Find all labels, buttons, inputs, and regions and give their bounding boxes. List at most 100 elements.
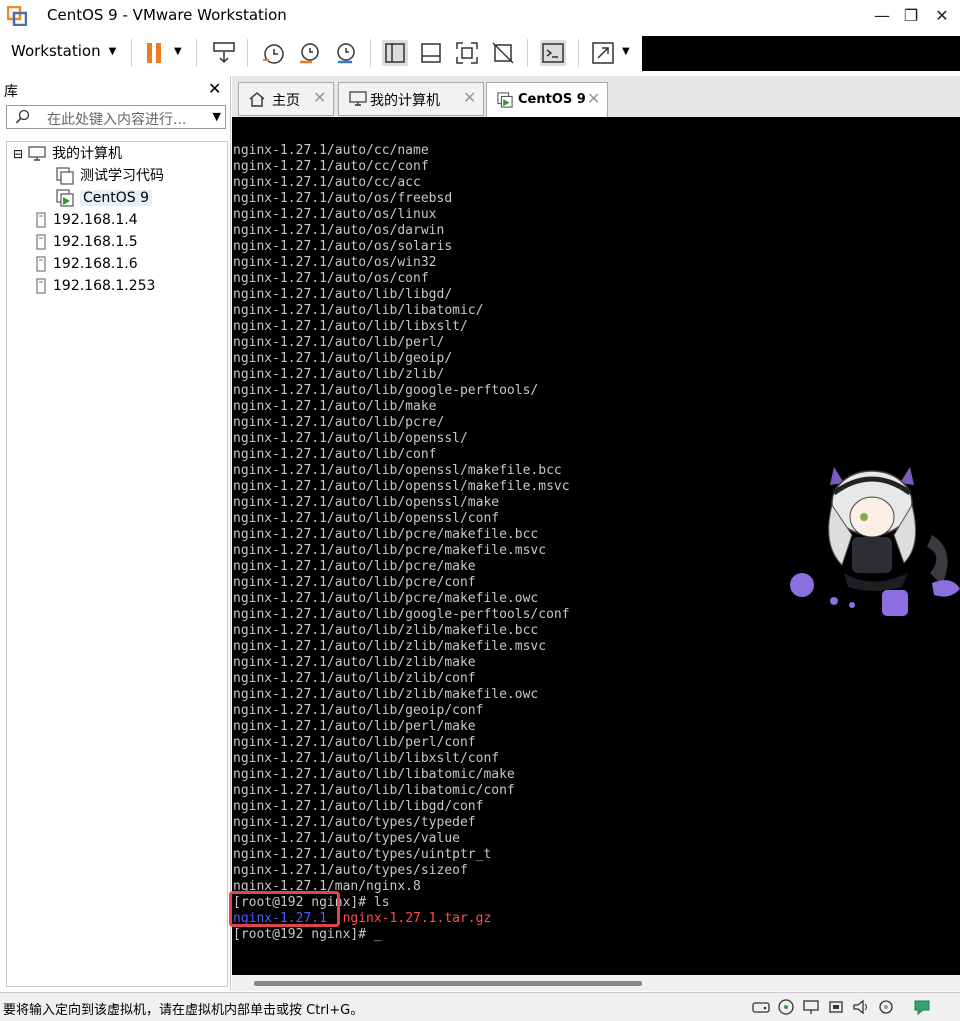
maximize-button[interactable]: ❐ [899,4,923,28]
toolbar-divider [247,39,248,67]
tab-my-computer[interactable]: 我的计算机 ✕ [338,82,484,116]
remote-host-icon [36,212,46,228]
toolbar-divider [370,39,371,67]
message-icon[interactable] [913,999,931,1015]
sound-icon[interactable] [852,999,870,1015]
terminal-line: nginx-1.27.1/auto/lib/openssl/makefile.m… [233,479,570,494]
send-keys-icon[interactable] [211,40,237,66]
redacted-area [642,36,960,71]
close-icon[interactable]: ✕ [587,89,600,108]
close-button[interactable]: ✕ [930,4,954,28]
terminal-line: nginx-1.27.1/auto/lib/pcre/make [233,559,476,574]
pause-icon[interactable] [142,40,168,66]
tree-item-label: CentOS 9 [80,190,153,206]
tree-item-my-computer[interactable]: ⊟ 我的计算机 [13,143,122,165]
tree-item-host[interactable]: 192.168.1.253 [35,275,155,297]
anime-mascot-sticker [790,467,960,616]
terminal-line: nginx-1.27.1/auto/cc/name [233,143,429,158]
terminal-line: nginx-1.27.1/auto/lib/openssl/conf [233,511,500,526]
terminal-line: nginx-1.27.1/auto/types/value [233,831,460,846]
snapshot-icon[interactable] [260,40,286,66]
tree-item-label: 我的计算机 [52,146,123,162]
close-icon[interactable]: ✕ [313,88,326,107]
close-icon[interactable]: ✕ [463,88,476,107]
tree-item-label: 192.168.1.4 [53,212,138,228]
terminal-line: nginx-1.27.1/auto/lib/zlib/makefile.msvc [233,639,547,654]
toolbar-divider [131,39,132,67]
terminal-line: nginx-1.27.1/auto/lib/libatomic/conf [233,783,515,798]
terminal-line: nginx-1.27.1/auto/lib/openssl/makefile.b… [233,463,562,478]
tree-item-test-folder[interactable]: 测试学习代码 [56,165,164,187]
terminal-line: nginx-1.27.1/auto/lib/geoip/conf [233,703,484,718]
terminal-line: nginx-1.27.1/auto/types/sizeof [233,863,468,878]
network-icon[interactable] [802,999,820,1015]
pause-dropdown-icon[interactable]: ▼ [174,46,182,57]
hard-disk-icon[interactable] [752,999,770,1015]
library-close-button[interactable]: ✕ [208,79,221,98]
display-icon[interactable] [877,999,895,1015]
terminal-line: nginx-1.27.1/auto/os/freebsd [233,191,453,206]
status-message: 要将输入定向到该虚拟机，请在虚拟机内部单击或按 Ctrl+G。 [3,1003,364,1018]
remote-host-icon [36,278,46,294]
full-screen-icon[interactable] [454,40,480,66]
terminal-line: nginx-1.27.1/auto/lib/make [233,399,437,414]
terminal-line: nginx-1.27.1/auto/lib/pcre/makefile.msvc [233,543,547,558]
stretch-icon[interactable] [590,40,616,66]
terminal-line: nginx-1.27.1/auto/types/uintptr_t [233,847,492,862]
scrollbar-thumb[interactable] [254,981,642,986]
terminal-line: nginx-1.27.1/auto/lib/pcre/makefile.bcc [233,527,539,542]
console-icon[interactable] [540,40,566,66]
tree-item-host[interactable]: 192.168.1.5 [35,231,138,253]
tab-label: 我的计算机 [370,93,440,109]
terminal-line: nginx-1.27.1/auto/os/conf [233,271,429,286]
highlight-box [229,891,340,927]
toolbar-divider [196,39,197,67]
snapshot-manager-icon[interactable] [332,40,358,66]
terminal-line: nginx-1.27.1/auto/lib/pcre/conf [233,575,476,590]
horizontal-scrollbar[interactable] [232,975,960,991]
terminal-line: nginx-1.27.1/auto/lib/pcre/makefile.owc [233,591,539,606]
terminal-line: nginx-1.27.1/auto/os/linux [233,207,437,222]
terminal-line: nginx-1.27.1/auto/os/solaris [233,239,453,254]
search-icon [15,109,30,124]
tree-item-host[interactable]: 192.168.1.4 [35,209,138,231]
thumbnail-view-icon[interactable] [418,40,444,66]
tree-item-centos9[interactable]: CentOS 9 [56,187,153,209]
collapse-icon[interactable]: ⊟ [13,147,23,161]
terminal-prompt: [root@192 nginx]# _ [233,927,382,942]
library-search-input[interactable]: 在此处键入内容进行... ▼ [6,105,226,129]
unity-icon[interactable] [490,40,516,66]
tab-centos9[interactable]: CentOS 9 ✕ [486,82,608,118]
terminal-line: nginx-1.27.1/auto/lib/conf [233,447,437,462]
terminal-line: nginx-1.27.1/auto/lib/zlib/conf [233,671,476,686]
terminal-line: nginx-1.27.1/auto/lib/perl/make [233,719,476,734]
terminal-line: nginx-1.27.1/auto/lib/openssl/make [233,495,500,510]
terminal-line: nginx-1.27.1/auto/lib/perl/conf [233,735,476,750]
terminal-line: nginx-1.27.1/auto/lib/zlib/makefile.bcc [233,623,539,638]
stretch-dropdown-icon[interactable]: ▼ [622,46,630,57]
terminal-line: nginx-1.27.1/auto/lib/openssl/ [233,431,468,446]
terminal-line: nginx-1.27.1/auto/lib/google-perftools/c… [233,607,570,622]
library-title: 库 [4,84,18,100]
minimize-button[interactable]: — [870,4,894,28]
search-placeholder: 在此处键入内容进行... [47,112,187,128]
chevron-down-icon[interactable]: ▼ [213,110,221,123]
terminal-line: nginx-1.27.1/auto/lib/zlib/makefile.owc [233,687,539,702]
remote-host-icon [36,234,46,250]
library-tree: ⊟ 我的计算机 测试学习代码 CentOS 9 192.168.1.4 192.1… [6,141,228,987]
library-view-icon[interactable] [382,40,408,66]
vm-running-icon [497,92,513,108]
tab-label: 主页 [272,93,300,109]
chevron-down-icon: ▼ [108,46,117,57]
tab-label: CentOS 9 [518,92,586,107]
revert-snapshot-icon[interactable] [296,40,322,66]
terminal-output: nginx-1.27.1/auto/cc/name nginx-1.27.1/a… [233,143,570,943]
usb-icon[interactable] [827,999,845,1015]
workstation-menu[interactable]: Workstation ▼ [11,42,116,60]
tree-item-host[interactable]: 192.168.1.6 [35,253,138,275]
cd-icon[interactable] [777,999,795,1015]
status-bar: 要将输入定向到该虚拟机，请在虚拟机内部单击或按 Ctrl+G。 [0,992,960,1021]
terminal-line: nginx-1.27.1/auto/lib/geoip/ [233,351,453,366]
tab-home[interactable]: 主页 ✕ [238,82,334,116]
title-bar: CentOS 9 - VMware Workstation — ❐ ✕ [0,0,960,32]
